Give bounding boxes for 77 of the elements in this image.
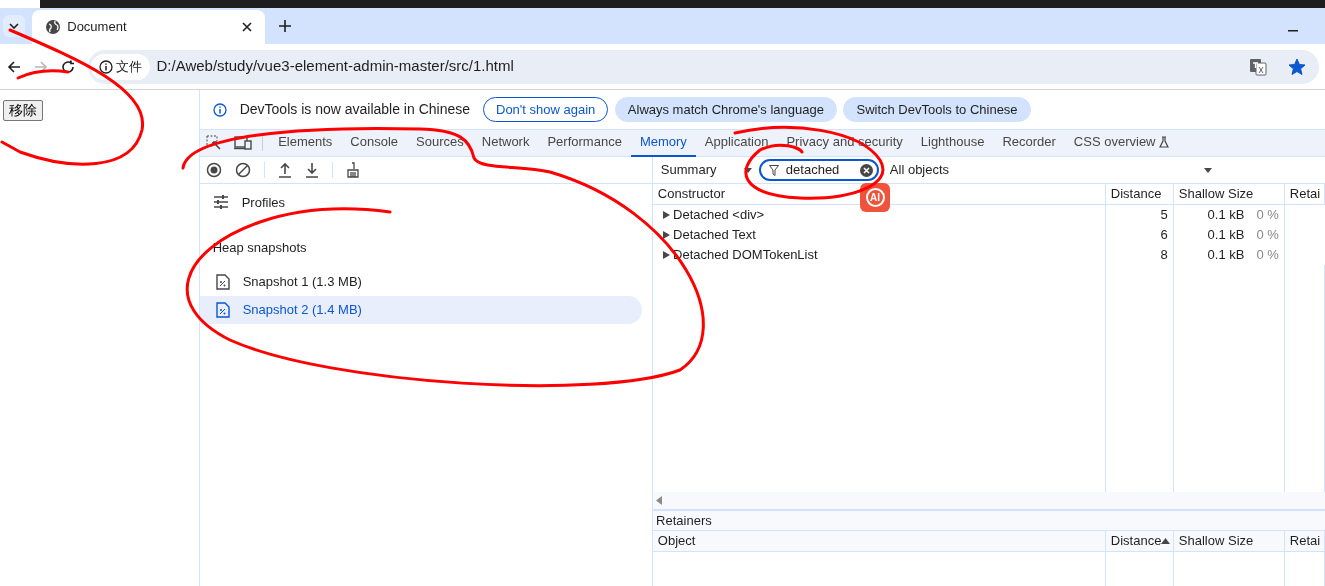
- column-header[interactable]: Distance: [1105, 531, 1174, 551]
- file-icon: [215, 301, 230, 318]
- panel-tab[interactable]: Lighthouse: [911, 129, 994, 157]
- column-header[interactable]: Retai: [1284, 531, 1325, 551]
- panel-tab[interactable]: Application: [695, 129, 778, 157]
- broom-icon[interactable]: [346, 162, 361, 178]
- shallow-size-value: 0.1 kB: [1206, 226, 1246, 245]
- record-icon[interactable]: [206, 162, 223, 178]
- infobar-button[interactable]: Always match Chrome's language: [614, 97, 837, 122]
- scroll-left-icon[interactable]: [656, 496, 663, 505]
- panel-tab[interactable]: CSS overview: [1064, 129, 1178, 157]
- retainers-title: Retainers: [656, 511, 712, 530]
- panel-tab[interactable]: Recorder: [993, 129, 1065, 157]
- infobar-message: DevTools is now available in Chinese: [239, 100, 470, 119]
- address-bar[interactable]: 文件 D:/Aweb/study/vue3-element-admin-master/src/1.html: [87, 49, 1319, 84]
- info-icon: [98, 59, 113, 74]
- view-dropdown[interactable]: Summary: [652, 160, 753, 180]
- expand-arrow-icon[interactable]: [662, 231, 670, 239]
- shallow-percent: 0 %: [1256, 226, 1279, 245]
- chevron-down-icon: [9, 23, 20, 29]
- snapshot-item[interactable]: Snapshot 2 (1.4 MB): [199, 295, 642, 324]
- caret-down-icon: [1203, 167, 1212, 173]
- column-header[interactable]: Shallow Size: [1173, 531, 1285, 551]
- shallow-percent: 0 %: [1256, 246, 1279, 265]
- back-icon[interactable]: [6, 59, 21, 74]
- infobar-button[interactable]: Don't show again: [483, 97, 609, 122]
- constructor-name: Detached <div>: [673, 206, 765, 225]
- column-header[interactable]: Retai: [1284, 184, 1325, 204]
- clear-icon[interactable]: [860, 163, 874, 177]
- inspect-icon[interactable]: [206, 135, 223, 151]
- column-header[interactable]: Distance: [1105, 184, 1174, 204]
- constructor-name: Detached Text: [673, 226, 756, 245]
- new-tab-icon[interactable]: [278, 20, 291, 32]
- distance-value: 8: [1160, 247, 1168, 263]
- url-text: D:/Aweb/study/vue3-element-admin-master/src/1.html: [156, 56, 515, 77]
- expand-arrow-icon[interactable]: [662, 251, 670, 259]
- globe-icon: [44, 19, 61, 35]
- caret-down-icon: [744, 167, 753, 173]
- tab-list-button[interactable]: [3, 15, 26, 37]
- star-icon[interactable]: [1287, 57, 1306, 76]
- file-icon: [215, 273, 230, 290]
- scope-dropdown[interactable]: All objects: [885, 160, 1216, 180]
- translate-icon[interactable]: [1249, 57, 1267, 76]
- shallow-size-value: 0.1 kB: [1206, 246, 1246, 265]
- clear-icon[interactable]: [235, 162, 252, 178]
- close-icon[interactable]: [241, 22, 252, 32]
- infobar-button[interactable]: Switch DevTools to Chinese: [843, 97, 1031, 122]
- expand-arrow-icon[interactable]: [662, 211, 670, 219]
- upload-icon[interactable]: [278, 162, 293, 178]
- distance-value: 6: [1160, 227, 1168, 243]
- minimize-icon[interactable]: [1287, 30, 1298, 32]
- tab-title: Document: [67, 18, 128, 37]
- filter-icon: [769, 164, 780, 176]
- panel-tab[interactable]: Performance: [538, 129, 631, 157]
- info-icon: [212, 102, 227, 117]
- browser-tab[interactable]: Document: [31, 10, 265, 44]
- site-info-chip[interactable]: 文件: [90, 53, 150, 80]
- remove-button[interactable]: 移除: [3, 99, 44, 121]
- column-header[interactable]: Object: [652, 531, 1106, 551]
- section-heading: Heap snapshots: [211, 239, 307, 258]
- distance-value: 5: [1160, 207, 1168, 223]
- panel-tab[interactable]: Memory: [630, 129, 696, 157]
- panel-tab[interactable]: Network: [472, 129, 539, 157]
- snapshot-item[interactable]: Snapshot 1 (1.3 MB): [199, 267, 642, 296]
- panel-tab[interactable]: Elements: [269, 129, 342, 157]
- device-icon[interactable]: [234, 136, 253, 150]
- download-icon[interactable]: [305, 162, 320, 178]
- shallow-percent: 0 %: [1256, 206, 1279, 225]
- ai-badge[interactable]: AI: [860, 183, 890, 212]
- panel-tab[interactable]: Sources: [407, 129, 473, 157]
- shallow-size-value: 0.1 kB: [1206, 206, 1246, 225]
- sliders-icon: [212, 195, 229, 210]
- panel-tab[interactable]: Console: [341, 129, 408, 157]
- filter-field[interactable]: detached: [759, 159, 880, 181]
- profiles-label[interactable]: Profiles: [241, 192, 285, 212]
- column-header[interactable]: Shallow Size: [1173, 184, 1285, 204]
- reload-icon[interactable]: [60, 59, 75, 74]
